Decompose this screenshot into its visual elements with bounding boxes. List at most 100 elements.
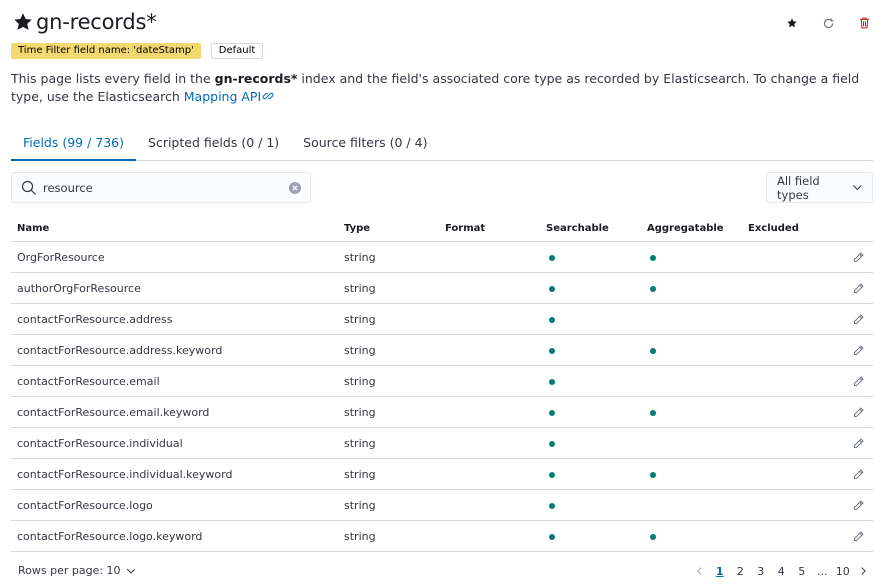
table-row: contactForResource.address string [11,304,873,335]
edit-cell [842,406,873,419]
star-filled-icon [14,13,32,30]
pencil-icon[interactable] [852,344,865,357]
table-row: contactForResource.email.keyword string [11,397,873,428]
field-name-cell: contactForResource.individual.keyword [17,467,233,481]
chevron-down-icon [126,568,135,574]
aggregatable-dot [650,471,656,478]
field-type-filter[interactable]: All field types [766,172,873,203]
search-input[interactable] [43,180,273,195]
badge-group: Time Filter field name: 'dateStamp' Defa… [11,43,264,59]
field-name-cell: contactForResource.individual [17,436,183,450]
searchable-dot [549,347,555,354]
field-type-cell: string [344,405,376,419]
tab-bar: Fields (99 / 736) Scripted fields (0 / 1… [11,126,873,161]
edit-cell [842,344,873,357]
searchable-cell [540,468,641,481]
tab-scripted-fields[interactable]: Scripted fields (0 / 1) [136,126,291,161]
field-type-cell: string [344,374,376,388]
pencil-icon[interactable] [852,530,865,543]
table-row: contactForResource.individual.keyword str… [11,459,873,490]
header-actions [783,14,873,32]
tab-source-filters[interactable]: Source filters (0 / 4) [291,126,439,161]
pencil-icon[interactable] [852,282,865,295]
set-default-button[interactable] [783,14,801,32]
table-footer: Rows per page: 10 1 2 3 4 5... 10 [11,564,873,582]
aggregatable-cell [641,530,742,543]
searchable-dot [549,285,555,292]
aggregatable-dot [650,409,656,416]
searchable-dot [549,440,555,447]
next-page-button[interactable] [853,564,873,578]
aggregatable-cell [641,344,742,357]
edit-cell [842,468,873,481]
pencil-icon[interactable] [852,251,865,264]
table-row: contactForResource.logo.keyword string [11,521,873,552]
field-type-cell: string [344,312,376,326]
fields-table: Name Type Format Searchable Aggregatable… [11,215,873,552]
page-list: 1 2 3 4 5... 10 [710,565,854,578]
field-name-cell: contactForResource.logo.keyword [17,529,203,543]
field-type-cell: string [344,343,376,357]
previous-page-button[interactable] [690,564,710,578]
column-header-type[interactable]: Type [338,223,439,234]
mapping-api-link[interactable]: Mapping API [184,89,274,104]
page-button[interactable]: 1 [710,565,731,578]
pagination-ellipsis: ... [817,564,828,578]
column-header-name[interactable]: Name [11,223,338,234]
description-prefix: This page lists every field in the [11,71,215,86]
default-badge: Default [210,43,264,59]
page-button[interactable]: 3 [751,565,772,578]
column-header-aggregatable[interactable]: Aggregatable [641,223,742,234]
column-header-searchable[interactable]: Searchable [540,223,641,234]
aggregatable-cell [641,406,742,419]
table-row: authorOrgForResource string [11,273,873,304]
searchable-cell [540,313,641,326]
chevron-left-icon [697,567,702,575]
field-name-cell: contactForResource.email.keyword [17,405,210,419]
page-button[interactable]: 4 [771,565,792,578]
delete-index-pattern-button[interactable] [855,14,873,32]
page-header: gn-records* [12,8,157,36]
field-type-cell: string [344,529,376,543]
page-button[interactable]: 2 [730,565,751,578]
searchable-cell [540,282,641,295]
searchable-cell [540,530,641,543]
tab-fields[interactable]: Fields (99 / 736) [11,126,137,161]
pencil-icon[interactable] [852,406,865,419]
field-name-cell: contactForResource.email [17,374,160,388]
pencil-icon[interactable] [852,375,865,388]
page-button[interactable]: 10 [833,565,854,578]
aggregatable-cell [641,468,742,481]
pencil-icon[interactable] [852,437,865,450]
aggregatable-dot [650,285,656,292]
searchable-dot [549,533,555,540]
page-button[interactable]: 5 [792,565,813,578]
field-name-cell: contactForResource.address.keyword [17,343,223,357]
pencil-icon[interactable] [852,468,865,481]
aggregatable-cell [641,251,742,264]
page-description: This page lists every field in the gn-re… [11,70,871,106]
field-type-cell: string [344,467,376,481]
rows-per-page-button[interactable]: Rows per page: 10 [18,564,136,577]
mapping-api-link-label: Mapping API [183,89,262,104]
chevron-down-icon [853,185,863,191]
pencil-icon[interactable] [852,313,865,326]
refresh-fields-button[interactable] [819,14,837,32]
clear-icon[interactable] [289,182,301,194]
field-type-cell: string [344,436,376,450]
column-header-excluded[interactable]: Excluded [742,223,842,234]
field-type-filter-label: All field types [777,173,820,202]
column-header-format[interactable]: Format [439,223,540,234]
searchable-dot [549,471,555,478]
field-type-cell: string [344,498,376,512]
aggregatable-cell [641,282,742,295]
pencil-icon[interactable] [852,499,865,512]
table-row: OrgForResource string [11,242,873,273]
table-row: contactForResource.address.keyword string [11,335,873,366]
field-type-cell: string [344,250,376,264]
search-box [11,172,311,203]
searchable-cell [540,344,641,357]
aggregatable-dot [650,254,656,261]
refresh-icon [823,17,834,28]
field-type-cell: string [344,281,376,295]
